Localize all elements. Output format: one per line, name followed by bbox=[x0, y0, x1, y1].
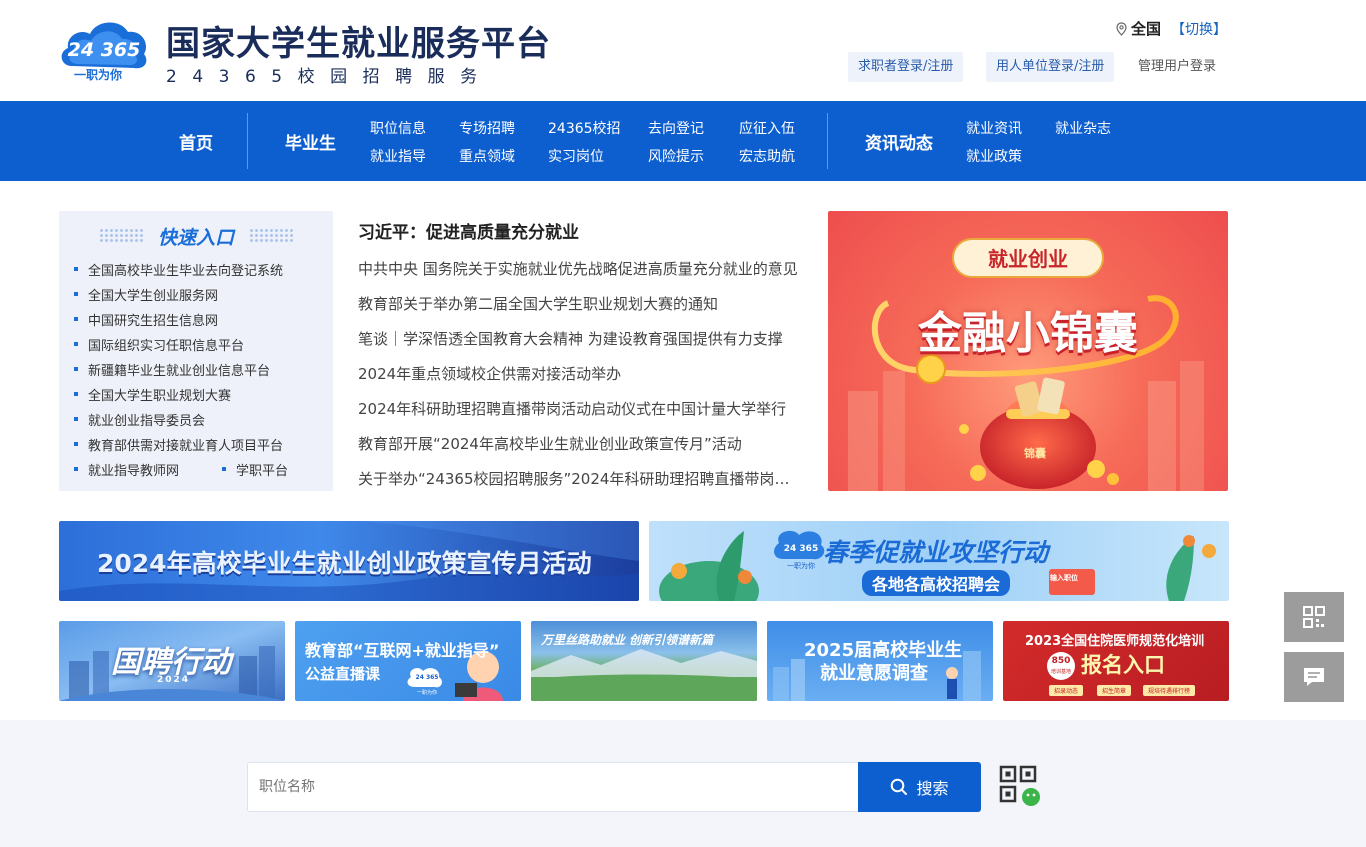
floating-qr-button[interactable] bbox=[1284, 592, 1344, 642]
tile-doctor-tag: 招录动态 bbox=[1049, 685, 1084, 696]
tile-guopin-year: 2024 bbox=[157, 675, 191, 685]
quick-link-intl-org-internship[interactable]: 国际组织实习任职信息平台 bbox=[73, 335, 244, 354]
nav-link-enlistment[interactable]: 应征入伍 bbox=[739, 118, 795, 138]
tile-intention-survey[interactable]: 2025届高校毕业生 就业意愿调查 bbox=[767, 621, 993, 701]
region-switch-link[interactable]: 【切换】 bbox=[1171, 19, 1227, 39]
nav-link-employment-policy[interactable]: 就业政策 bbox=[966, 146, 1022, 166]
search-icon bbox=[891, 778, 908, 795]
news-item[interactable]: 教育部开展“2024年高校毕业生就业创业政策宣传月”活动 bbox=[358, 433, 800, 454]
tile-moe-livestream[interactable]: 教育部“互联网+就业指导” 公益直播课 24 365 一职为你 bbox=[295, 621, 521, 701]
tile-doctor-badge-num: 850 bbox=[1051, 656, 1071, 666]
search-button-label: 搜索 bbox=[916, 779, 949, 798]
tile-guopin-action[interactable]: 国聘行动 2024 bbox=[59, 621, 285, 701]
tile-doctor-tag: 规培待遇排行榜 bbox=[1143, 685, 1196, 696]
employer-login-button[interactable]: 用人单位登录/注册 bbox=[986, 52, 1115, 82]
nav-link-career-guidance[interactable]: 就业指导 bbox=[370, 146, 426, 166]
hero-title: 金融小锦囊 bbox=[918, 308, 1138, 359]
banner-spring-campaign[interactable]: 24 365 一职为你 春季促就业攻坚行动 各地各高校招聘会 输入职位 bbox=[649, 521, 1229, 601]
wechat-qr-icon[interactable] bbox=[999, 765, 1041, 807]
tile-doctor-tag: 招生简章 bbox=[1097, 685, 1132, 696]
nav-link-24365-campus[interactable]: 24365校招 bbox=[548, 118, 621, 138]
hero-label: 就业创业 bbox=[988, 247, 1068, 271]
tile-doctor-cta: 报名入口 bbox=[1081, 653, 1165, 677]
tile-west-employment[interactable]: 万里丝路助就业 创新引领谱新篇 bbox=[531, 621, 757, 701]
tile-resident-training[interactable]: 2023全国住院医师规范化培训 850 培训基地 报名入口 招录动态 招生简章 … bbox=[1003, 621, 1229, 701]
nav-news[interactable]: 资讯动态 bbox=[865, 129, 933, 154]
quick-link-destination-system[interactable]: 全国高校毕业生毕业去向登记系统 bbox=[73, 260, 283, 279]
nav-link-employment-magazine[interactable]: 就业杂志 bbox=[1055, 118, 1111, 138]
tile-doctor-title: 2023全国住院医师规范化培训 bbox=[1025, 634, 1205, 649]
news-item[interactable]: 关于举办“24365校园招聘服务”2024年科研助理招聘直播带岗活动的通知 bbox=[358, 468, 800, 489]
spring-logo-slogan: 一职为你 bbox=[787, 562, 815, 570]
nav-graduates[interactable]: 毕业生 bbox=[285, 129, 336, 154]
tile-moe-logo-number: 24 365 bbox=[415, 674, 439, 681]
nav-divider bbox=[827, 113, 828, 169]
nav-link-destination-registration[interactable]: 去向登记 bbox=[648, 118, 704, 138]
tile-moe-title: 教育部“互联网+就业指导” bbox=[305, 641, 500, 660]
message-icon bbox=[1304, 668, 1324, 686]
region-selector: 全国 【切换】 bbox=[1116, 18, 1227, 39]
spring-subtitle: 各地各高校招聘会 bbox=[862, 570, 1011, 596]
tile-west-title: 万里丝路助就业 创新引领谱新篇 bbox=[541, 633, 714, 647]
news-item[interactable]: 笔谈｜学深悟透全国教育大会精神 为建设教育强国提供有力支撑 bbox=[358, 328, 800, 349]
news-item[interactable]: 2024年重点领域校企供需对接活动举办 bbox=[358, 363, 800, 384]
quick-link-startup-service[interactable]: 全国大学生创业服务网 bbox=[73, 285, 218, 304]
quick-link-career-planning-contest[interactable]: 全国大学生职业规划大赛 bbox=[73, 385, 231, 404]
quick-link-xinjiang-platform[interactable]: 新疆籍毕业生就业创业信息平台 bbox=[73, 360, 270, 379]
news-item[interactable]: 中共中央 国务院关于实施就业优先战略促进高质量充分就业的意见 bbox=[358, 258, 800, 279]
site-header: 24 365 一职为你 国家大学生就业服务平台 24365校园招聘服务 全国 【… bbox=[0, 0, 1366, 101]
news-item[interactable]: 教育部关于举办第二届全国大学生职业规划大赛的通知 bbox=[358, 293, 800, 314]
banner-policy-month-title: 2024年高校毕业生就业创业政策宣传月活动 bbox=[97, 549, 592, 578]
site-title: 国家大学生就业服务平台 bbox=[166, 24, 551, 64]
svg-text:24 365: 24 365 bbox=[68, 39, 141, 61]
nav-link-key-fields[interactable]: 重点领域 bbox=[459, 146, 515, 166]
search-button[interactable]: 搜索 bbox=[858, 762, 981, 812]
spring-tag: 输入职位 bbox=[1050, 574, 1078, 582]
job-search-input[interactable] bbox=[247, 762, 859, 812]
hero-banner-finance-tips[interactable]: 就业创业 金融小锦囊 锦囊 bbox=[828, 211, 1228, 491]
news-headline[interactable]: 习近平：促进高质量充分就业 bbox=[358, 218, 579, 243]
quick-link-xuezhi-platform[interactable]: 学职平台 bbox=[221, 460, 288, 479]
region-name: 全国 bbox=[1131, 20, 1162, 38]
svg-text:一职为你: 一职为你 bbox=[74, 67, 122, 82]
quick-link-graduate-admissions[interactable]: 中国研究生招生信息网 bbox=[73, 310, 218, 329]
nav-link-risk-alerts[interactable]: 风险提示 bbox=[648, 146, 704, 166]
tile-doctor-badge: 850 培训基地 bbox=[1047, 652, 1075, 680]
spring-title: 春季促就业攻坚行动 bbox=[823, 538, 1049, 567]
tile-survey-subtitle: 就业意愿调查 bbox=[820, 663, 928, 684]
hero-bag-text: 锦囊 bbox=[1024, 447, 1046, 460]
banner-policy-month[interactable]: 2024年高校毕业生就业创业政策宣传月活动 bbox=[59, 521, 639, 601]
quick-link-supply-demand-platform[interactable]: 教育部供需对接就业育人项目平台 bbox=[73, 435, 283, 454]
site-subtitle: 24365校园招聘服务 bbox=[166, 67, 493, 87]
nav-link-employment-news[interactable]: 就业资讯 bbox=[966, 118, 1022, 138]
quick-entry-panel: 快速入口 全国高校毕业生毕业去向登记系统 全国大学生创业服务网 中国研究生招生信… bbox=[59, 211, 333, 491]
location-pin-icon bbox=[1116, 21, 1127, 36]
nav-link-internships[interactable]: 实习岗位 bbox=[548, 146, 604, 166]
quick-link-guidance-committee[interactable]: 就业创业指导委员会 bbox=[73, 410, 205, 429]
news-item[interactable]: 2024年科研助理招聘直播带岗活动启动仪式在中国计量大学举行 bbox=[358, 398, 800, 419]
tile-moe-subtitle: 公益直播课 bbox=[305, 665, 381, 683]
nav-link-special-recruitment[interactable]: 专场招聘 bbox=[459, 118, 515, 138]
spring-logo-number: 24 365 bbox=[783, 544, 819, 554]
nav-link-hongzhi[interactable]: 宏志助航 bbox=[739, 146, 795, 166]
decorative-dots bbox=[249, 228, 295, 242]
tile-doctor-badge-text: 培训基地 bbox=[1050, 669, 1071, 675]
qr-code-icon bbox=[1303, 606, 1325, 628]
main-nav: 首页 毕业生 职位信息 专场招聘 24365校招 去向登记 应征入伍 就业指导 … bbox=[0, 101, 1366, 181]
nav-link-job-info[interactable]: 职位信息 bbox=[370, 118, 426, 138]
admin-login-link[interactable]: 管理用户登录 bbox=[1138, 52, 1216, 82]
nav-divider bbox=[247, 113, 248, 169]
tile-moe-logo-slogan: 一职为你 bbox=[416, 690, 437, 696]
nav-home[interactable]: 首页 bbox=[179, 129, 213, 154]
quick-link-teacher-network[interactable]: 就业指导教师网 bbox=[73, 460, 179, 479]
seeker-login-button[interactable]: 求职者登录/注册 bbox=[848, 52, 964, 82]
floating-feedback-button[interactable] bbox=[1284, 652, 1344, 702]
site-logo[interactable]: 24 365 一职为你 bbox=[58, 14, 150, 82]
